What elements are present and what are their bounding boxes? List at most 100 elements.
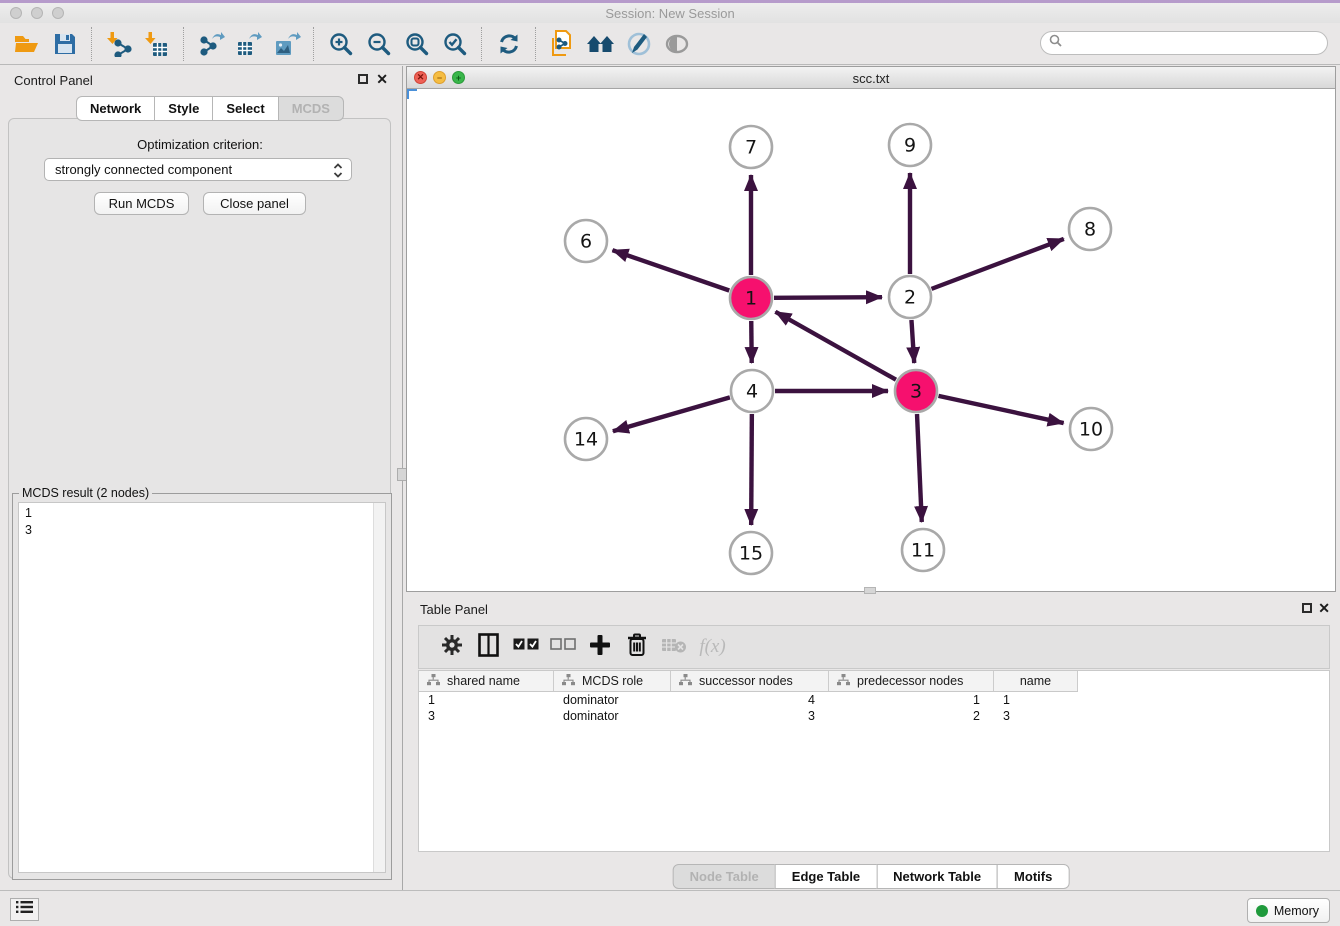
table-panel-tabs: Node TableEdge TableNetwork TableMotifs (673, 864, 1070, 889)
zoom-in-button[interactable] (322, 26, 360, 62)
table-cell[interactable]: 3 (671, 708, 829, 724)
plus-icon (589, 634, 611, 661)
control-panel-header: Control Panel ✕ (0, 66, 400, 96)
table-cell[interactable]: 4 (671, 692, 829, 708)
save-floppy-icon (53, 32, 77, 56)
deselect-all-columns-button[interactable] (544, 632, 581, 662)
export-table-button[interactable] (230, 26, 268, 62)
table-cell[interactable]: dominator (554, 692, 671, 708)
graph-edge-1-2[interactable] (774, 297, 882, 298)
result-scrollbar[interactable] (373, 503, 385, 872)
node-table: shared nameMCDS rolesuccessor nodesprede… (418, 670, 1330, 852)
table-tab-node-table[interactable]: Node Table (673, 864, 776, 889)
column-header-shared-name[interactable]: shared name (419, 671, 554, 691)
status-bar: Memory (0, 890, 1340, 926)
run-mcds-button[interactable]: Run MCDS (94, 192, 189, 215)
horizontal-splitter-handle[interactable] (864, 587, 876, 594)
graph-node-label: 3 (910, 381, 922, 403)
save-session-button[interactable] (46, 26, 84, 62)
toggle-panel-layout-button[interactable] (470, 632, 507, 662)
graph-edge-2-8[interactable] (932, 239, 1064, 289)
graph-node-label: 14 (574, 429, 598, 451)
function-builder-button[interactable]: f(x) (692, 632, 729, 662)
table-settings-button[interactable] (433, 632, 470, 662)
graph-edge-4-14[interactable] (613, 397, 730, 431)
tab-network[interactable]: Network (76, 96, 155, 121)
export-image-button[interactable] (268, 26, 306, 62)
delete-table-button[interactable] (655, 632, 692, 662)
graph-node-label: 4 (746, 381, 758, 403)
search-input[interactable] (1066, 33, 1327, 53)
graph-node-label: 2 (904, 287, 916, 309)
apply-layout-button[interactable] (490, 26, 528, 62)
table-cell[interactable]: 3 (994, 708, 1078, 724)
table-cell[interactable]: 3 (419, 708, 554, 724)
table-cell[interactable]: 1 (994, 692, 1078, 708)
eye-icon (664, 33, 690, 55)
delete-column-button[interactable] (618, 632, 655, 662)
network-canvas[interactable]: 1234678910111415 (407, 89, 1335, 591)
export-network-button[interactable] (192, 26, 230, 62)
graph-node-label: 11 (911, 540, 935, 562)
open-session-button[interactable] (8, 26, 46, 62)
table-tab-motifs[interactable]: Motifs (997, 864, 1069, 889)
table-tab-edge-table[interactable]: Edge Table (775, 864, 877, 889)
graph-edge-4-15[interactable] (751, 414, 752, 525)
import-table-icon (144, 31, 170, 57)
first-neighbors-button[interactable] (582, 26, 620, 62)
close-panel-icon[interactable]: ✕ (376, 71, 388, 88)
column-header-predecessor-nodes[interactable]: predecessor nodes (829, 671, 994, 691)
graph-edge-1-6[interactable] (612, 250, 729, 290)
tab-select[interactable]: Select (212, 96, 278, 121)
graph-node-label: 1 (745, 288, 757, 310)
import-table-button[interactable] (138, 26, 176, 62)
hide-selected-button[interactable] (658, 26, 696, 62)
table-panel-header: Table Panel ✕ (406, 595, 1336, 625)
memory-button[interactable]: Memory (1247, 898, 1330, 923)
main-toolbar (0, 23, 1340, 65)
graph-edge-3-11[interactable] (917, 414, 922, 522)
table-panel-title: Table Panel (420, 602, 488, 617)
mcds-result-box[interactable]: 13 (18, 502, 386, 873)
graph-node-label: 9 (904, 135, 916, 157)
table-cell[interactable]: 2 (829, 708, 994, 724)
style-paint-button[interactable] (620, 26, 658, 62)
gear-icon (441, 634, 463, 661)
zoom-out-button[interactable] (360, 26, 398, 62)
column-header-name[interactable]: name (994, 671, 1078, 691)
create-column-button[interactable] (581, 632, 618, 662)
graph-edge-2-3[interactable] (911, 320, 914, 363)
float-panel-icon[interactable] (358, 74, 368, 84)
select-all-columns-button[interactable] (507, 632, 544, 662)
table-cell[interactable]: 1 (829, 692, 994, 708)
float-table-panel-icon[interactable] (1302, 603, 1312, 613)
table-cell[interactable]: dominator (554, 708, 671, 724)
show-panels-button[interactable] (10, 898, 39, 921)
import-network-button[interactable] (100, 26, 138, 62)
network-view-window: ✕ − + scc.txt 1234678910111415 (406, 66, 1336, 592)
zoom-fit-button[interactable] (398, 26, 436, 62)
table-tab-network-table[interactable]: Network Table (876, 864, 998, 889)
zoom-selected-button[interactable] (436, 26, 474, 62)
import-network-icon (106, 31, 132, 57)
network-window-titlebar: ✕ − + scc.txt (407, 67, 1335, 89)
close-table-panel-icon[interactable]: ✕ (1318, 600, 1330, 617)
tab-style[interactable]: Style (154, 96, 213, 121)
table-cell[interactable]: 1 (419, 692, 554, 708)
tab-mcds[interactable]: MCDS (278, 96, 344, 121)
graph-node-label: 15 (739, 543, 763, 565)
toolbar-separator (481, 27, 483, 61)
column-header-MCDS-role[interactable]: MCDS role (554, 671, 671, 691)
toolbar-separator (183, 27, 185, 61)
checked-boxes-icon (513, 638, 539, 656)
memory-label: Memory (1274, 904, 1319, 918)
graph-edge-3-10[interactable] (938, 396, 1063, 423)
search-icon (1049, 34, 1062, 52)
table-toolbar: f(x) (418, 625, 1330, 669)
criterion-dropdown[interactable]: strongly connected component (44, 158, 352, 181)
clone-network-button[interactable] (544, 26, 582, 62)
graph-edge-3-1[interactable] (775, 312, 896, 380)
column-header-successor-nodes[interactable]: successor nodes (671, 671, 829, 691)
table-row: 1dominator411 (419, 692, 1078, 708)
close-panel-button[interactable]: Close panel (203, 192, 306, 215)
